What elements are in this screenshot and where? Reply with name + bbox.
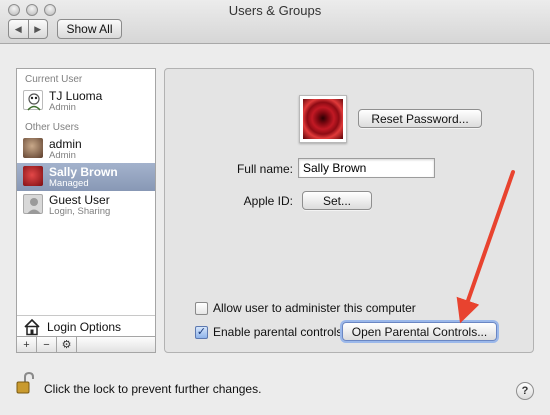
- allow-admin-label: Allow user to administer this computer: [213, 301, 416, 315]
- title-bar: Users & Groups ◀ ▶ Show All: [0, 0, 550, 44]
- full-name-label: Full name:: [236, 162, 293, 176]
- enable-parental-label: Enable parental controls: [213, 325, 343, 339]
- user-role: Managed: [49, 178, 89, 189]
- user-item-sally-brown[interactable]: Sally Brown Managed: [17, 163, 155, 191]
- user-item-tj-luoma[interactable]: TJ Luoma Admin: [17, 87, 155, 115]
- back-forward-control: ◀ ▶: [8, 19, 48, 39]
- chevron-left-icon: ◀: [14, 23, 22, 34]
- help-button[interactable]: ?: [516, 382, 534, 400]
- allow-admin-row: Allow user to administer this computer: [195, 300, 416, 316]
- add-user-button[interactable]: +: [17, 337, 37, 352]
- avatar: [23, 166, 43, 186]
- user-list-sidebar: Current User TJ Luoma Admin Other Users …: [16, 68, 156, 353]
- user-name: Guest User: [49, 193, 110, 207]
- back-button[interactable]: ◀: [9, 20, 28, 38]
- lock-status-text: Click the lock to prevent further change…: [44, 382, 262, 396]
- full-name-field[interactable]: [298, 158, 435, 178]
- show-all-button[interactable]: Show All: [57, 19, 122, 39]
- user-name: Sally Brown: [49, 165, 118, 179]
- user-role: Admin: [49, 150, 76, 161]
- forward-button[interactable]: ▶: [27, 20, 48, 38]
- user-item-admin[interactable]: admin Admin: [17, 135, 155, 163]
- user-role: Login, Sharing: [49, 206, 111, 217]
- user-name: admin: [49, 137, 82, 151]
- login-options-item[interactable]: Login Options: [17, 315, 155, 337]
- avatar: [23, 138, 43, 158]
- sidebar-button-bar: + − ⚙: [17, 336, 155, 352]
- action-menu-button[interactable]: ⚙: [57, 337, 77, 352]
- user-detail-panel: Reset Password... Full name: Apple ID: S…: [164, 68, 534, 353]
- enable-parental-checkbox[interactable]: ✓: [195, 325, 208, 339]
- gear-icon: ⚙: [61, 339, 72, 351]
- house-icon: [23, 318, 41, 336]
- user-role: Admin: [49, 102, 76, 113]
- avatar: [23, 90, 43, 111]
- user-name: TJ Luoma: [49, 89, 103, 103]
- other-users-header: Other Users: [25, 122, 79, 133]
- current-user-header: Current User: [25, 74, 83, 85]
- user-item-guest-user[interactable]: Guest User Login, Sharing: [17, 191, 155, 219]
- users-groups-window: Users & Groups ◀ ▶ Show All Current User: [0, 0, 550, 415]
- allow-admin-checkbox[interactable]: [195, 301, 208, 315]
- open-parental-controls-button[interactable]: Open Parental Controls...: [342, 322, 497, 341]
- window-title: Users & Groups: [228, 3, 322, 18]
- reset-password-button[interactable]: Reset Password...: [358, 109, 482, 128]
- avatar: [23, 194, 43, 214]
- user-photo-well[interactable]: [299, 95, 347, 143]
- apple-id-label: Apple ID:: [243, 194, 293, 208]
- remove-user-button[interactable]: −: [37, 337, 57, 352]
- rose-photo: [303, 99, 343, 139]
- lock-open-icon[interactable]: [16, 371, 34, 394]
- set-apple-id-button[interactable]: Set...: [302, 191, 372, 210]
- chevron-right-icon: ▶: [34, 23, 42, 34]
- login-options-label: Login Options: [47, 320, 122, 334]
- enable-parental-row: ✓ Enable parental controls: [195, 324, 342, 340]
